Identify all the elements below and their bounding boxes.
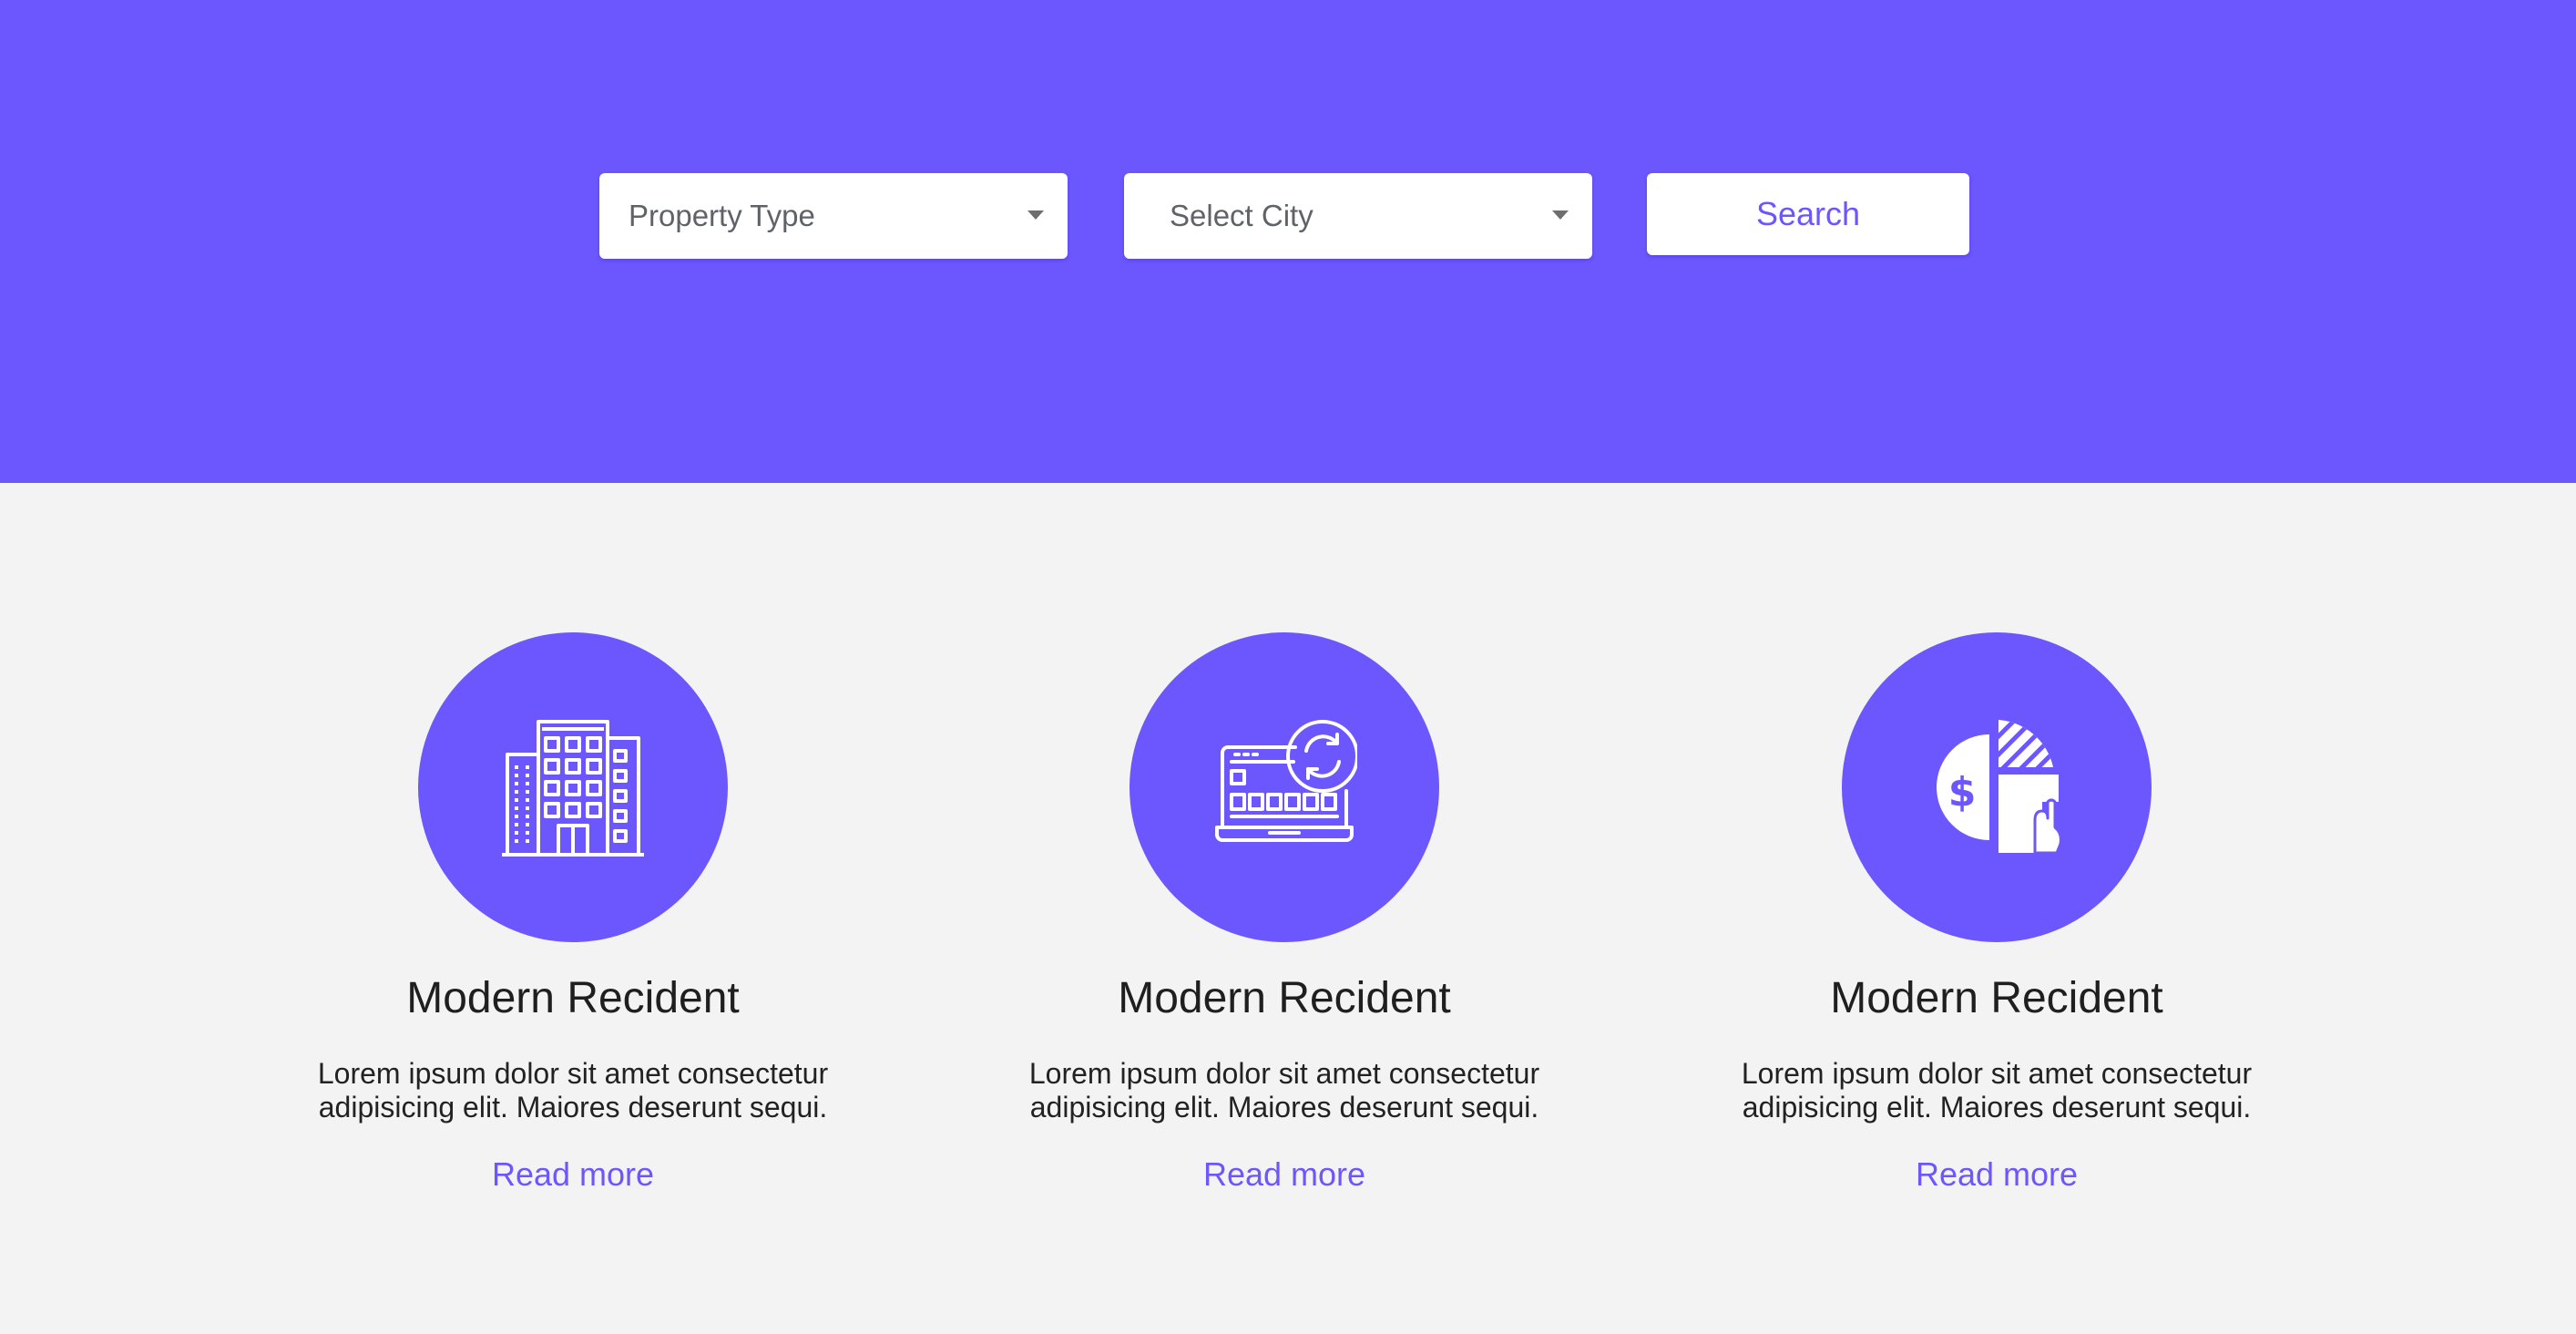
feature-description-line: Lorem ipsum dolor sit amet consectetur: [317, 1057, 829, 1090]
read-more-link[interactable]: Read more: [227, 1155, 919, 1194]
feature-icon-circle: [418, 632, 728, 942]
chevron-down-icon: [1552, 210, 1569, 220]
read-more-link[interactable]: Read more: [938, 1155, 1630, 1194]
feature-description: Lorem ipsum dolor sit amet consectetur a…: [1678, 1057, 2315, 1124]
city-select[interactable]: Select City: [1124, 173, 1592, 259]
city-value: Select City: [1170, 199, 1314, 232]
feature-description-line: adipisicing elit. Maiores deserunt sequi…: [1742, 1091, 2252, 1124]
chevron-down-icon: [1027, 210, 1044, 220]
feature-title: Modern Recident: [1830, 974, 2163, 1022]
hero-banner: Property Type Select City Search: [0, 0, 2576, 483]
feature-description-line: adipisicing elit. Maiores deserunt sequi…: [1029, 1091, 1539, 1124]
feature-description: Lorem ipsum dolor sit amet consectetur a…: [966, 1057, 1603, 1124]
svg-text:$: $: [1948, 769, 1977, 816]
feature-description-line: Lorem ipsum dolor sit amet consectetur: [1741, 1057, 2253, 1090]
feature-description: Lorem ipsum dolor sit amet consectetur a…: [254, 1057, 892, 1124]
feature-description-line: adipisicing elit. Maiores deserunt sequi…: [318, 1091, 828, 1124]
property-type-select[interactable]: Property Type: [599, 173, 1068, 259]
feature-title: Modern Recident: [406, 974, 740, 1022]
feature-title: Modern Recident: [1118, 974, 1451, 1022]
read-more-link[interactable]: Read more: [1651, 1155, 2343, 1194]
search-button[interactable]: Search: [1647, 173, 1969, 255]
property-type-value: Property Type: [629, 199, 815, 232]
laptop-refresh-icon: [1215, 720, 1357, 842]
feature-icon-circle: $: [1842, 632, 2152, 942]
finance-pie-chart-icon: $: [1937, 720, 2062, 855]
feature-icon-circle: [1130, 632, 1439, 942]
feature-description-line: Lorem ipsum dolor sit amet consectetur: [1028, 1057, 1540, 1090]
building-icon: [502, 720, 644, 857]
